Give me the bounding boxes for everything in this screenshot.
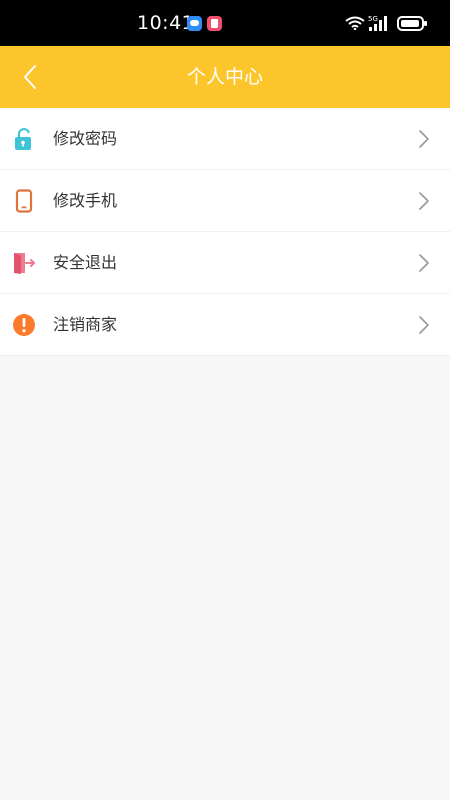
wifi-icon <box>345 16 365 30</box>
settings-menu: 修改密码 修改手机 安全退出 注销商家 <box>0 108 450 356</box>
notification-app-icon <box>207 16 222 31</box>
menu-item-change-password[interactable]: 修改密码 <box>0 108 450 170</box>
back-button[interactable] <box>14 60 48 94</box>
chevron-right-icon <box>419 316 429 334</box>
network-label: 5G <box>368 15 378 23</box>
page-title: 个人中心 <box>186 66 263 88</box>
menu-item-deregister-merchant[interactable]: 注销商家 <box>0 294 450 356</box>
logout-icon <box>14 253 35 274</box>
menu-item-change-phone[interactable]: 修改手机 <box>0 170 450 232</box>
status-bar: 10:41 5G <box>0 0 450 46</box>
chevron-right-icon <box>419 192 429 210</box>
cellular-signal-icon: 5G <box>368 15 387 31</box>
message-app-icon <box>187 16 202 31</box>
chevron-right-icon <box>419 254 429 272</box>
menu-item-label: 修改手机 <box>53 191 118 210</box>
chevron-left-icon <box>24 65 36 89</box>
battery-icon <box>397 16 427 31</box>
unlock-icon <box>15 128 31 150</box>
menu-item-label: 修改密码 <box>53 129 118 148</box>
title-bar: 个人中心 <box>0 46 450 108</box>
status-time: 10:41 <box>137 12 195 34</box>
phone-icon <box>15 189 33 213</box>
menu-item-label: 安全退出 <box>53 253 118 272</box>
alert-icon <box>13 314 35 336</box>
chevron-right-icon <box>419 130 429 148</box>
menu-item-label: 注销商家 <box>53 315 118 334</box>
menu-item-logout[interactable]: 安全退出 <box>0 232 450 294</box>
